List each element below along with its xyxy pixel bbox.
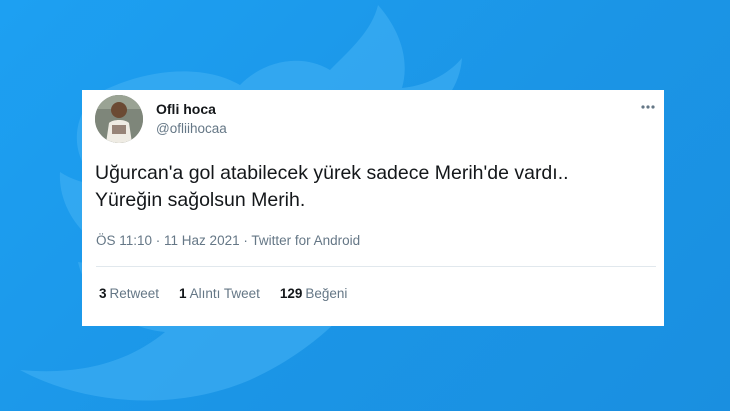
quote-tweet-count[interactable]: 1 Alıntı Tweet [179, 286, 260, 301]
more-options-button[interactable] [640, 100, 656, 112]
quote-tweet-count-number: 1 [179, 286, 187, 301]
author-display-name[interactable]: Ofli hoca [156, 101, 216, 117]
author-handle[interactable]: @ofliihocaa [156, 121, 227, 136]
tweet-stats: 3 Retweet 1 Alıntı Tweet 129 Beğeni [99, 286, 367, 301]
like-count[interactable]: 129 Beğeni [280, 286, 348, 301]
quote-tweet-count-label: Alıntı Tweet [189, 286, 260, 301]
like-count-label: Beğeni [305, 286, 348, 301]
tweet-text: Uğurcan'a gol atabilecek yürek sadece Me… [95, 162, 569, 211]
retweet-count-label: Retweet [109, 286, 160, 301]
retweet-count[interactable]: 3 Retweet [99, 286, 159, 301]
retweet-count-number: 3 [99, 286, 107, 301]
tweet-timestamp-source[interactable]: ÖS 11:10 · 11 Haz 2021 · Twitter for And… [96, 233, 360, 248]
avatar[interactable] [95, 95, 143, 143]
tweet-card[interactable]: Ofli hoca @ofliihocaa Uğurcan'a gol atab… [82, 90, 664, 326]
more-options-icon [641, 105, 655, 109]
avatar-photo [95, 95, 143, 143]
like-count-number: 129 [279, 286, 303, 301]
divider [96, 266, 656, 267]
